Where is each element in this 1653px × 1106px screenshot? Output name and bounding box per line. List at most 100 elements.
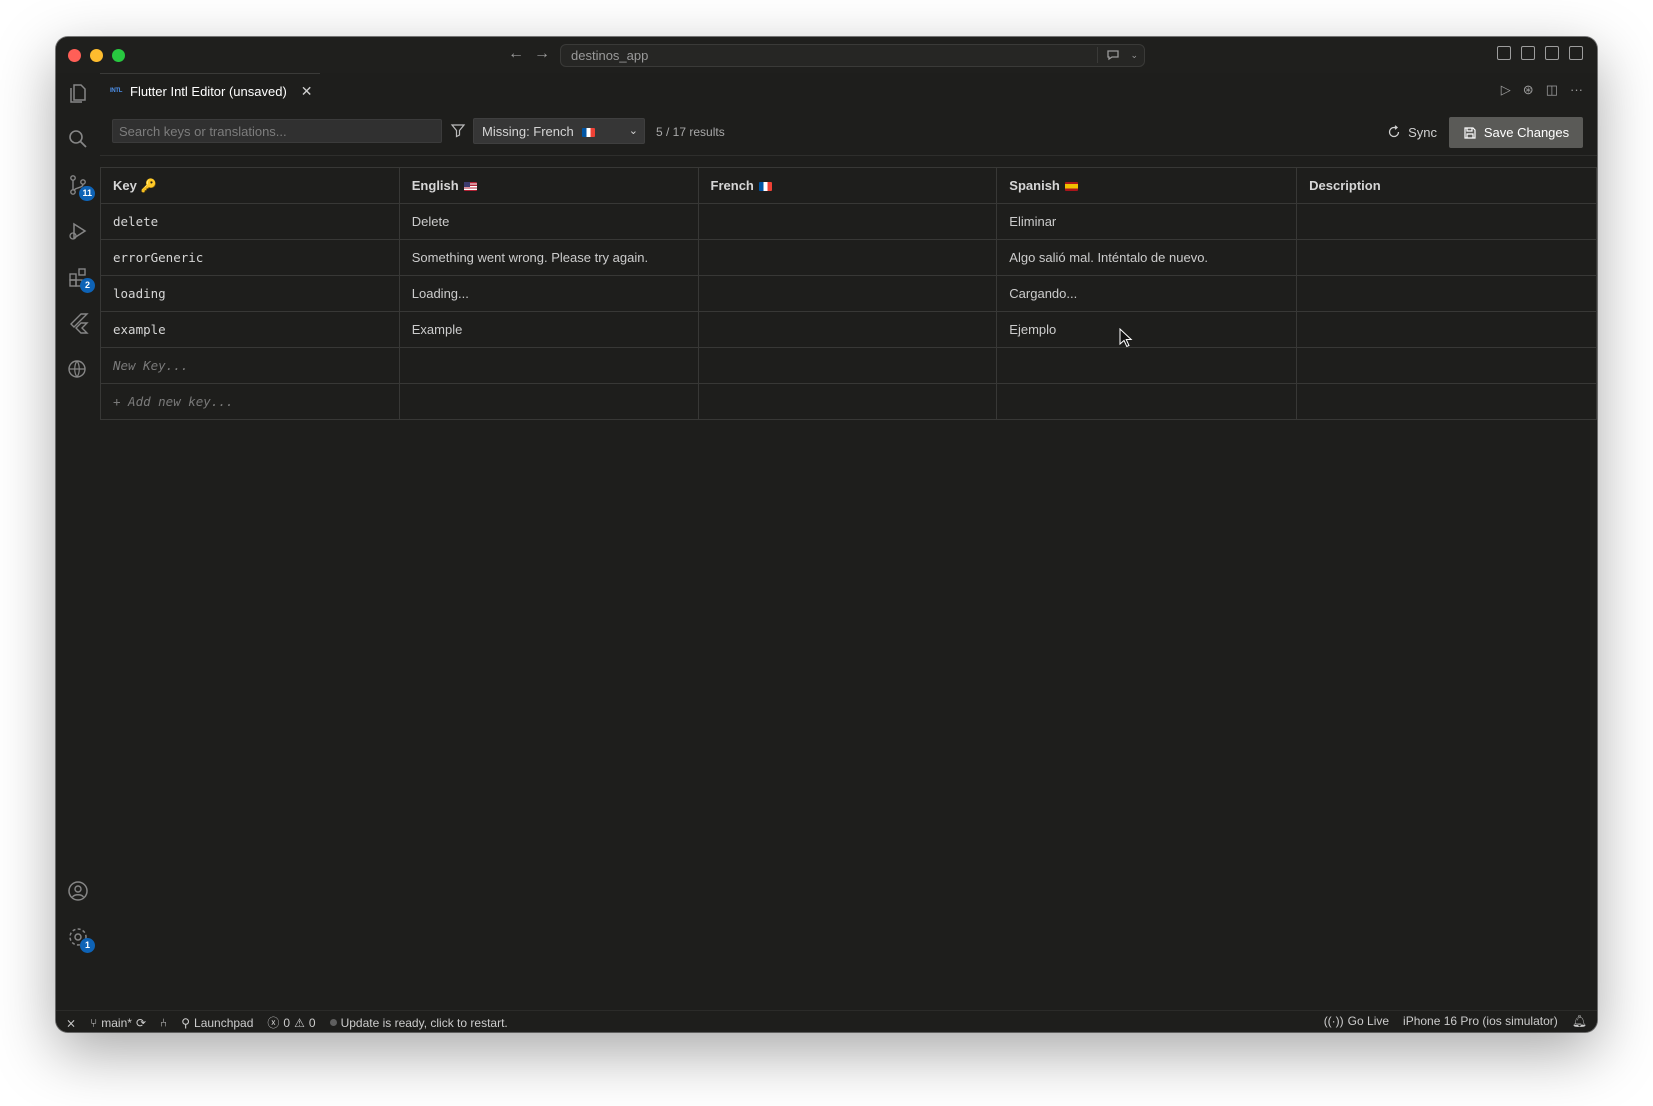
git-graph-icon[interactable]: ⑃ <box>160 1014 167 1031</box>
flutter-icon[interactable] <box>66 311 90 335</box>
spanish-cell[interactable]: Ejemplo <box>996 311 1298 348</box>
new-description-cell[interactable] <box>1296 347 1597 384</box>
update-dot-icon <box>329 1019 337 1026</box>
search-icon[interactable] <box>66 127 90 151</box>
description-cell[interactable] <box>1296 311 1597 348</box>
command-center-label: destinos_app <box>571 48 649 63</box>
settings-gear-icon[interactable]: 1 <box>66 925 95 953</box>
table-row: example Example Ejemplo <box>100 311 1597 348</box>
results-count: 5 / 17 results <box>656 125 725 139</box>
back-arrow-icon[interactable]: ← <box>508 45 524 63</box>
accounts-icon[interactable] <box>66 879 90 903</box>
maximize-window-button[interactable] <box>112 49 125 62</box>
title-bar: ← → destinos_app ⌄ <box>56 37 1597 73</box>
close-window-button[interactable] <box>68 49 81 62</box>
missing-filter-select[interactable]: Missing: French ⌄ <box>473 118 645 144</box>
error-count: 0 <box>283 1015 291 1030</box>
new-english-cell[interactable] <box>398 347 699 384</box>
key-cell[interactable]: delete <box>100 203 400 240</box>
filter-icon <box>450 124 466 138</box>
new-key-row: New Key... <box>100 347 1597 384</box>
header-description[interactable]: Description <box>1296 167 1597 204</box>
split-editor-icon[interactable]: ◫ <box>1546 82 1558 98</box>
sync-button[interactable]: Sync <box>1387 118 1437 146</box>
settings-badge: 1 <box>80 938 95 953</box>
description-cell[interactable] <box>1296 203 1597 240</box>
french-cell[interactable] <box>697 311 998 348</box>
new-french-cell[interactable] <box>697 347 998 384</box>
toggle-secondary-sidebar-icon[interactable] <box>1569 46 1583 60</box>
chevron-down-icon[interactable]: ⌄ <box>1130 50 1138 61</box>
header-spanish[interactable]: Spanish <box>996 167 1298 204</box>
french-cell[interactable] <box>697 275 998 312</box>
empty-cell <box>996 383 1298 420</box>
source-control-badge: 11 <box>79 186 95 201</box>
english-cell[interactable]: Delete <box>398 203 699 240</box>
run-icon[interactable]: ▷ <box>1501 82 1511 98</box>
launchpad-icon: ⚲ <box>181 1015 191 1030</box>
launchpad-item[interactable]: ⚲ Launchpad <box>181 1014 253 1031</box>
device-selector[interactable]: iPhone 16 Pro (ios simulator) <box>1403 1014 1558 1028</box>
source-control-icon[interactable]: 11 <box>66 173 95 201</box>
minimize-window-button[interactable] <box>90 49 103 62</box>
header-english[interactable]: English <box>398 167 699 204</box>
tab-flutter-intl-editor[interactable]: INTL Flutter Intl Editor (unsaved) ✕ <box>100 73 320 108</box>
sync-label: Sync <box>1408 124 1437 140</box>
run-debug-icon[interactable] <box>66 219 90 243</box>
description-cell[interactable] <box>1296 275 1597 312</box>
search-input[interactable] <box>112 119 442 143</box>
add-new-key-button[interactable]: + Add new key... <box>100 383 400 420</box>
editor-actions: ▷ ⊛ ◫ ··· <box>1501 82 1583 98</box>
status-bar-right: ((·)) Go Live iPhone 16 Pro (ios simulat… <box>1324 1014 1587 1028</box>
sync-icon <box>1388 125 1400 138</box>
description-cell[interactable] <box>1296 239 1597 276</box>
spanish-cell[interactable]: Algo salió mal. Inténtalo de nuevo. <box>996 239 1298 276</box>
key-cell[interactable]: example <box>100 311 400 348</box>
forward-arrow-icon[interactable]: → <box>534 45 550 63</box>
spanish-cell[interactable]: Eliminar <box>996 203 1298 240</box>
sync-icon[interactable]: ⟳ <box>136 1016 146 1030</box>
english-cell[interactable]: Something went wrong. Please try again. <box>398 239 699 276</box>
copilot-icon[interactable]: ⊛ <box>1523 82 1534 98</box>
english-cell[interactable]: Loading... <box>398 275 699 312</box>
extensions-badge: 2 <box>80 278 95 293</box>
go-live-button[interactable]: ((·)) Go Live <box>1324 1014 1389 1028</box>
extensions-icon[interactable]: 2 <box>66 265 95 293</box>
key-cell[interactable]: errorGeneric <box>100 239 400 276</box>
toggle-panel-icon[interactable] <box>1545 46 1559 60</box>
warning-count: 0 <box>308 1015 316 1030</box>
french-flag-icon <box>758 182 772 192</box>
save-changes-button[interactable]: Save Changes <box>1449 117 1583 148</box>
tab-strip: INTL Flutter Intl Editor (unsaved) ✕ ▷ ⊛… <box>100 73 1597 108</box>
command-center[interactable]: destinos_app ⌄ <box>560 44 1145 67</box>
customize-layout-icon[interactable] <box>1497 46 1511 60</box>
remote-indicator-icon[interactable]: ⨯ <box>66 1014 76 1031</box>
more-actions-icon[interactable]: ··· <box>1570 82 1583 98</box>
branch-name: main* <box>101 1015 132 1030</box>
empty-cell <box>1296 383 1597 420</box>
update-notice[interactable]: Update is ready, click to restart. <box>329 1014 508 1031</box>
header-french[interactable]: French <box>697 167 998 204</box>
header-key[interactable]: Key 🔑 <box>100 167 400 204</box>
notifications-bell-icon[interactable]: 🔔︎ <box>1572 1014 1587 1028</box>
problems-indicator[interactable]: ⓧ 0 ⚠ 0 <box>267 1014 315 1031</box>
spanish-cell[interactable]: Cargando... <box>996 275 1298 312</box>
chevron-down-icon: ⌄ <box>628 125 638 137</box>
remote-explorer-icon[interactable] <box>66 357 90 381</box>
new-spanish-cell[interactable] <box>996 347 1298 384</box>
english-cell[interactable]: Example <box>398 311 699 348</box>
copilot-menu[interactable]: ⌄ <box>1097 47 1138 63</box>
empty-cell <box>398 383 699 420</box>
mouse-cursor-icon <box>1119 328 1133 348</box>
close-tab-icon[interactable]: ✕ <box>301 83 313 100</box>
copilot-chat-icon[interactable] <box>1106 48 1120 62</box>
spanish-flag-icon <box>1064 182 1078 192</box>
new-key-input[interactable]: New Key... <box>100 347 400 384</box>
toggle-primary-sidebar-icon[interactable] <box>1521 46 1535 60</box>
french-cell[interactable] <box>697 203 998 240</box>
french-cell[interactable] <box>697 239 998 276</box>
tab-title: Flutter Intl Editor (unsaved) <box>130 83 287 99</box>
branch-indicator[interactable]: ⑂ main* ⟳ <box>90 1014 146 1031</box>
explorer-icon[interactable] <box>66 81 90 105</box>
key-cell[interactable]: loading <box>100 275 400 312</box>
